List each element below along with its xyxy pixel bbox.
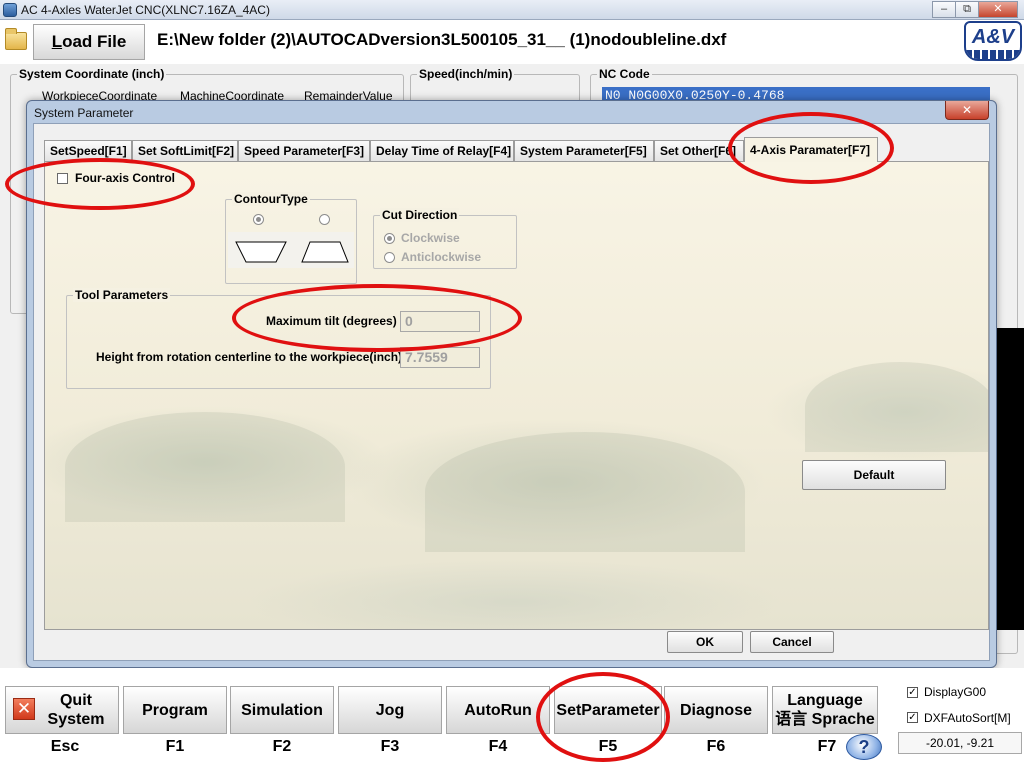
- fkey-code-f5: F5: [598, 738, 618, 755]
- app-title-bar: AC 4-Axles WaterJet CNC(XLNC7.16ZA_4AC) …: [0, 0, 1024, 20]
- diagnose-label: Diagnose: [679, 701, 752, 719]
- simulation-label: Simulation: [241, 701, 323, 719]
- load-file-button[interactable]: Load File: [33, 24, 145, 60]
- open-folder-icon[interactable]: [5, 28, 27, 50]
- tab-set-other[interactable]: Set Other[F6]: [654, 140, 744, 161]
- fkey-code-f4: F4: [488, 738, 508, 755]
- height-label: Height from rotation centerline to the w…: [96, 350, 403, 364]
- quit-label-line1: Quit: [59, 692, 92, 709]
- set-parameter-label: SetParameter: [556, 701, 660, 719]
- simulation-button[interactable]: Simulation: [230, 686, 334, 734]
- minimize-button[interactable]: –: [932, 1, 956, 18]
- language-label-line2: 语言 Sprache: [775, 711, 875, 728]
- quit-icon: ✕: [13, 698, 35, 720]
- fkey-code-f6: F6: [706, 738, 726, 755]
- tool-parameters-label: Tool Parameters: [73, 288, 171, 302]
- dialog-body: SetSpeed[F1] Set SoftLimit[F2] Speed Par…: [33, 123, 990, 661]
- diagnose-button[interactable]: Diagnose: [664, 686, 768, 734]
- dxf-autosort-checkbox[interactable]: ✓: [907, 712, 918, 723]
- four-axis-control-checkbox[interactable]: [57, 173, 68, 184]
- app-title: AC 4-Axles WaterJet CNC(XLNC7.16ZA_4AC): [21, 3, 270, 17]
- set-parameter-button[interactable]: SetParameter: [554, 686, 662, 734]
- fkey-code-f1: F1: [165, 738, 185, 755]
- language-button[interactable]: Language 语言 Sprache: [772, 686, 878, 734]
- contour-type-radio-1[interactable]: [253, 214, 264, 225]
- height-input[interactable]: 7.7559: [400, 347, 480, 368]
- contour-type-label: ContourType: [232, 192, 310, 206]
- cut-direction-label: Cut Direction: [380, 208, 460, 222]
- tab-speed-parameter[interactable]: Speed Parameter[F3]: [238, 140, 370, 161]
- fkey-code-f2: F2: [272, 738, 292, 755]
- tab-4-axis-parameter[interactable]: 4-Axis Paramater[F7]: [744, 137, 878, 162]
- tool-parameters-group: Tool Parameters: [66, 288, 491, 389]
- system-parameter-dialog: System Parameter ✕ SetSpeed[F1] Set Soft…: [26, 100, 997, 668]
- four-axis-control-label: Four-axis Control: [75, 171, 176, 185]
- anticlockwise-label: Anticlockwise: [401, 250, 482, 264]
- speed-label: Speed(inch/min): [417, 67, 515, 81]
- fkey-code-esc: Esc: [50, 738, 80, 755]
- maximize-button[interactable]: ⧉: [955, 1, 979, 18]
- file-path: E:\New folder (2)\AUTOCADversion3L500105…: [157, 30, 727, 49]
- app-icon: [3, 3, 17, 17]
- toolbar: Load File E:\New folder (2)\AUTOCADversi…: [0, 20, 1024, 64]
- ok-button[interactable]: OK: [667, 631, 743, 653]
- parallelogram-icon: [301, 241, 349, 263]
- dxf-autosort-label: DXFAutoSort[M]: [924, 711, 1011, 725]
- tab-delay-time-of-relay[interactable]: Delay Time of Relay[F4]: [370, 140, 514, 161]
- painting-hill: [805, 362, 988, 452]
- brand-logo: A&V: [964, 21, 1022, 61]
- program-button[interactable]: Program: [123, 686, 227, 734]
- tab-page-4-axis: Four-axis Control ContourType Cut Direct…: [44, 161, 989, 630]
- jog-label: Jog: [375, 701, 405, 719]
- close-button[interactable]: ✕: [978, 1, 1018, 18]
- jog-button[interactable]: Jog: [338, 686, 442, 734]
- quit-label-line2: System: [47, 711, 105, 728]
- fkey-code-f3: F3: [380, 738, 400, 755]
- tab-set-soft-limit[interactable]: Set SoftLimit[F2]: [132, 140, 238, 161]
- window-controls: – ⧉ ✕: [932, 1, 1018, 18]
- tab-system-parameter[interactable]: System Parameter[F5]: [514, 140, 654, 161]
- anticlockwise-radio[interactable]: [384, 252, 395, 263]
- system-coordinate-label: System Coordinate (inch): [17, 67, 167, 81]
- display-g00-label: DisplayG00: [924, 685, 987, 699]
- painting-hill: [65, 412, 345, 522]
- tab-set-speed[interactable]: SetSpeed[F1]: [44, 140, 132, 161]
- default-button[interactable]: Default: [802, 460, 946, 490]
- clockwise-label: Clockwise: [401, 231, 460, 245]
- contour-shapes: [228, 232, 354, 268]
- max-tilt-input[interactable]: 0: [400, 311, 480, 332]
- help-icon[interactable]: ?: [846, 734, 882, 760]
- language-label-line1: Language: [787, 692, 863, 709]
- cursor-coordinates: -20.01, -9.21: [898, 732, 1022, 754]
- dialog-title: System Parameter: [34, 106, 134, 120]
- display-g00-checkbox[interactable]: ✓: [907, 687, 918, 698]
- function-key-bar: Quit System ✕ Program Simulation Jog Auto…: [0, 668, 1024, 768]
- program-label: Program: [142, 701, 208, 719]
- dialog-close-button[interactable]: ✕: [945, 101, 989, 120]
- clockwise-radio[interactable]: [384, 233, 395, 244]
- contour-type-radio-2[interactable]: [319, 214, 330, 225]
- autorun-button[interactable]: AutoRun: [446, 686, 550, 734]
- autorun-label: AutoRun: [464, 701, 532, 719]
- cancel-button[interactable]: Cancel: [750, 631, 834, 653]
- max-tilt-label: Maximum tilt (degrees): [266, 314, 397, 328]
- nc-code-label: NC Code: [597, 67, 652, 81]
- painting-hill: [425, 432, 745, 552]
